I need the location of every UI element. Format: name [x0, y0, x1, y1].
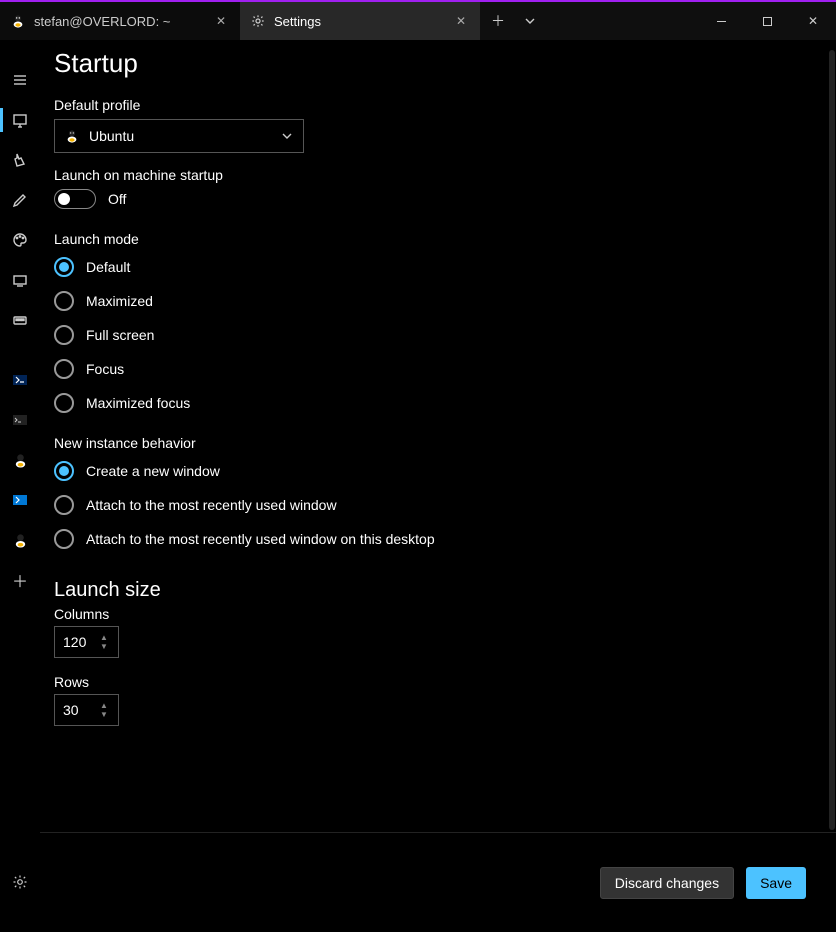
- sidebar-add-profile[interactable]: ＋: [0, 560, 40, 600]
- tab-settings[interactable]: Settings ✕: [240, 2, 480, 40]
- titlebar: stefan@OVERLORD: ~ ✕ Settings ✕ ＋ ✕: [0, 0, 836, 40]
- sidebar-profile-ubuntu[interactable]: [0, 440, 40, 480]
- sidebar-profile-azure[interactable]: [0, 480, 40, 520]
- sidebar-item-rendering[interactable]: [0, 260, 40, 300]
- radio-launch-default[interactable]: Default: [54, 257, 822, 277]
- new-instance-group: Create a new window Attach to the most r…: [54, 461, 822, 549]
- close-icon[interactable]: ✕: [452, 12, 470, 30]
- page-title: Startup: [54, 48, 822, 79]
- rows-label: Rows: [54, 674, 822, 690]
- sidebar-item-color-schemes[interactable]: [0, 220, 40, 260]
- sidebar-settings-icon[interactable]: [0, 862, 40, 902]
- columns-label: Columns: [54, 606, 822, 622]
- sidebar-profile-ubuntu2[interactable]: [0, 520, 40, 560]
- sidebar-item-actions[interactable]: [0, 300, 40, 340]
- settings-content: Startup Default profile Ubuntu Launch on…: [40, 40, 836, 832]
- sidebar-item-appearance[interactable]: [0, 180, 40, 220]
- stepper-icon[interactable]: ▲▼: [100, 695, 114, 725]
- sidebar: ＋: [0, 40, 40, 932]
- tab-title: Settings: [274, 14, 321, 29]
- default-profile-value: Ubuntu: [89, 128, 134, 144]
- radio-instance-attach-desktop[interactable]: Attach to the most recently used window …: [54, 529, 822, 549]
- sidebar-item-startup[interactable]: [0, 100, 40, 140]
- discard-button[interactable]: Discard changes: [600, 867, 734, 899]
- rows-input[interactable]: 30 ▲▼: [54, 694, 119, 726]
- default-profile-select[interactable]: Ubuntu: [54, 119, 304, 153]
- new-instance-label: New instance behavior: [54, 435, 822, 451]
- tab-title: stefan@OVERLORD: ~: [34, 14, 170, 29]
- stepper-icon[interactable]: ▲▼: [100, 627, 114, 657]
- radio-launch-maxfocus[interactable]: Maximized focus: [54, 393, 822, 413]
- launch-startup-label: Launch on machine startup: [54, 167, 822, 183]
- tab-terminal[interactable]: stefan@OVERLORD: ~ ✕: [0, 2, 240, 40]
- tux-icon: [65, 129, 79, 143]
- radio-launch-maximized[interactable]: Maximized: [54, 291, 822, 311]
- columns-input[interactable]: 120 ▲▼: [54, 626, 119, 658]
- chevron-down-icon: [281, 130, 293, 142]
- radio-launch-focus[interactable]: Focus: [54, 359, 822, 379]
- tab-dropdown-button[interactable]: [520, 11, 540, 31]
- radio-launch-fullscreen[interactable]: Full screen: [54, 325, 822, 345]
- launch-mode-group: Default Maximized Full screen Focus Maxi…: [54, 257, 822, 413]
- launch-startup-toggle[interactable]: [54, 189, 96, 209]
- maximize-button[interactable]: [744, 2, 790, 40]
- new-tab-button[interactable]: ＋: [488, 11, 508, 31]
- sidebar-item-interaction[interactable]: [0, 140, 40, 180]
- scrollbar[interactable]: [829, 50, 835, 830]
- sidebar-profile-powershell[interactable]: [0, 360, 40, 400]
- tux-icon: [10, 13, 26, 29]
- save-button[interactable]: Save: [746, 867, 806, 899]
- close-window-button[interactable]: ✕: [790, 2, 836, 40]
- close-icon[interactable]: ✕: [212, 12, 230, 30]
- sidebar-profile-cmd[interactable]: [0, 400, 40, 440]
- menu-icon[interactable]: [0, 60, 40, 100]
- footer-bar: Discard changes Save: [40, 832, 836, 932]
- launch-size-title: Launch size: [54, 579, 822, 602]
- radio-instance-attach-recent[interactable]: Attach to the most recently used window: [54, 495, 822, 515]
- default-profile-label: Default profile: [54, 97, 822, 113]
- gear-icon: [250, 13, 266, 29]
- minimize-button[interactable]: [698, 2, 744, 40]
- launch-mode-label: Launch mode: [54, 231, 822, 247]
- radio-instance-new-window[interactable]: Create a new window: [54, 461, 822, 481]
- launch-startup-state: Off: [108, 191, 126, 207]
